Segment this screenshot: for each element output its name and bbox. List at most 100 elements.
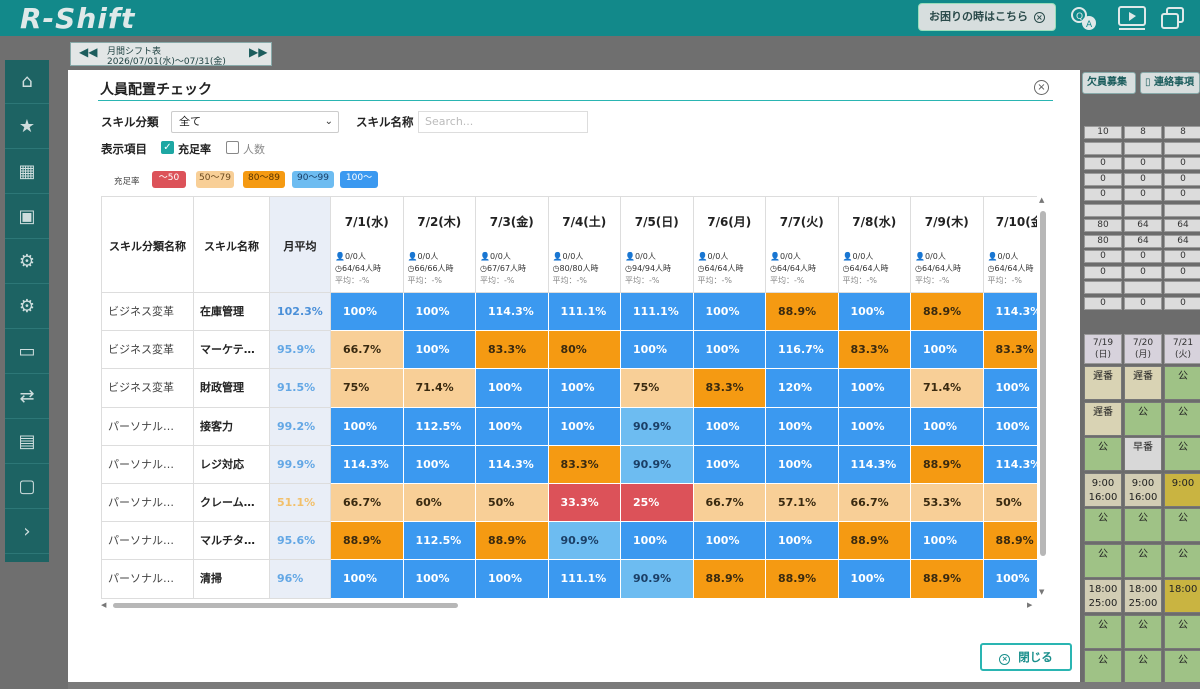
cell-fill-rate[interactable]: 100% bbox=[838, 293, 911, 332]
cell-fill-rate[interactable]: 100% bbox=[911, 522, 984, 561]
cell-fill-rate[interactable]: 100% bbox=[766, 445, 839, 484]
cell-fill-rate[interactable]: 88.9% bbox=[838, 522, 911, 561]
cell-fill-rate[interactable]: 100% bbox=[548, 369, 621, 408]
scroll-left-icon[interactable]: ◀ bbox=[101, 601, 106, 609]
cell-fill-rate[interactable]: 112.5% bbox=[403, 407, 476, 446]
cell-fill-rate[interactable]: 83.3% bbox=[476, 331, 549, 370]
cell-fill-rate[interactable]: 100% bbox=[476, 560, 549, 599]
cell-fill-rate[interactable]: 88.9% bbox=[331, 522, 404, 561]
cell-fill-rate[interactable]: 100% bbox=[331, 560, 404, 599]
cell-fill-rate[interactable]: 88.9% bbox=[911, 445, 984, 484]
cell-fill-rate[interactable]: 114.3% bbox=[983, 293, 1037, 332]
scroll-up-icon[interactable]: ▲ bbox=[1039, 196, 1044, 204]
cell-fill-rate[interactable]: 100% bbox=[838, 369, 911, 408]
skill-category-select[interactable]: 全て ⌄ bbox=[171, 111, 339, 133]
cell-fill-rate[interactable]: 71.4% bbox=[403, 369, 476, 408]
cell-fill-rate[interactable]: 120% bbox=[766, 369, 839, 408]
cell-fill-rate[interactable]: 100% bbox=[476, 407, 549, 446]
cell-fill-rate[interactable]: 90.9% bbox=[548, 522, 621, 561]
cell-fill-rate[interactable]: 88.9% bbox=[693, 560, 766, 599]
cell-fill-rate[interactable]: 100% bbox=[838, 560, 911, 599]
close-icon[interactable]: × bbox=[1034, 80, 1049, 95]
cell-fill-rate[interactable]: 80% bbox=[548, 331, 621, 370]
cell-fill-rate[interactable]: 50% bbox=[983, 484, 1037, 523]
next-month-icon[interactable]: ▶▶ bbox=[249, 45, 267, 59]
cell-fill-rate[interactable]: 90.9% bbox=[621, 407, 694, 446]
cell-fill-rate[interactable]: 100% bbox=[766, 407, 839, 446]
cell-fill-rate[interactable]: 66.7% bbox=[838, 484, 911, 523]
search-doc-icon[interactable]: ▢ bbox=[5, 465, 49, 509]
scroll-down-icon[interactable]: ▼ bbox=[1039, 588, 1044, 596]
cell-fill-rate[interactable]: 83.3% bbox=[838, 331, 911, 370]
cell-fill-rate[interactable]: 114.3% bbox=[331, 445, 404, 484]
cell-fill-rate[interactable]: 100% bbox=[693, 522, 766, 561]
cell-fill-rate[interactable]: 50% bbox=[476, 484, 549, 523]
cell-fill-rate[interactable]: 75% bbox=[331, 369, 404, 408]
prev-month-icon[interactable]: ◀◀ bbox=[79, 45, 97, 59]
home-icon[interactable]: ⌂ bbox=[5, 60, 49, 104]
cell-fill-rate[interactable]: 100% bbox=[621, 522, 694, 561]
scroll-right-icon[interactable]: ▶ bbox=[1027, 601, 1032, 609]
notice-button[interactable]: ▯ 連絡事項 bbox=[1140, 72, 1200, 94]
horizontal-scroll-thumb[interactable] bbox=[113, 603, 458, 608]
cell-fill-rate[interactable]: 88.9% bbox=[766, 560, 839, 599]
calendar-icon[interactable]: ▦ bbox=[5, 150, 49, 194]
cell-fill-rate[interactable]: 100% bbox=[331, 293, 404, 332]
folder-icon[interactable]: ▭ bbox=[5, 330, 49, 374]
count-checkbox[interactable] bbox=[226, 141, 239, 154]
gear-icon[interactable]: ⚙ bbox=[5, 240, 49, 284]
cell-fill-rate[interactable]: 83.3% bbox=[693, 369, 766, 408]
cell-fill-rate[interactable]: 100% bbox=[693, 293, 766, 332]
cell-fill-rate[interactable]: 100% bbox=[983, 369, 1037, 408]
cell-fill-rate[interactable]: 75% bbox=[621, 369, 694, 408]
cell-fill-rate[interactable]: 111.1% bbox=[548, 560, 621, 599]
cell-fill-rate[interactable]: 100% bbox=[983, 407, 1037, 446]
star-icon[interactable]: ★ bbox=[5, 105, 49, 149]
cell-fill-rate[interactable]: 100% bbox=[403, 560, 476, 599]
vertical-scrollbar[interactable]: ▲ ▼ bbox=[1038, 196, 1048, 599]
cell-fill-rate[interactable]: 33.3% bbox=[548, 484, 621, 523]
cell-fill-rate[interactable]: 114.3% bbox=[983, 445, 1037, 484]
cell-fill-rate[interactable]: 88.9% bbox=[476, 522, 549, 561]
cell-fill-rate[interactable]: 60% bbox=[403, 484, 476, 523]
cell-fill-rate[interactable]: 112.5% bbox=[403, 522, 476, 561]
cell-fill-rate[interactable]: 71.4% bbox=[911, 369, 984, 408]
cell-fill-rate[interactable]: 100% bbox=[403, 445, 476, 484]
cell-fill-rate[interactable]: 100% bbox=[766, 522, 839, 561]
cell-fill-rate[interactable]: 100% bbox=[911, 407, 984, 446]
video-icon[interactable] bbox=[1116, 4, 1146, 32]
cell-fill-rate[interactable]: 100% bbox=[693, 407, 766, 446]
cell-fill-rate[interactable]: 114.3% bbox=[476, 293, 549, 332]
cell-fill-rate[interactable]: 100% bbox=[693, 445, 766, 484]
cell-fill-rate[interactable]: 53.3% bbox=[911, 484, 984, 523]
cell-fill-rate[interactable]: 111.1% bbox=[621, 293, 694, 332]
gears-icon[interactable]: ⚙ bbox=[5, 285, 49, 329]
cell-fill-rate[interactable]: 100% bbox=[403, 331, 476, 370]
skill-name-search-input[interactable]: Search... bbox=[418, 111, 588, 133]
cell-fill-rate[interactable]: 114.3% bbox=[838, 445, 911, 484]
cell-fill-rate[interactable]: 100% bbox=[403, 293, 476, 332]
vertical-scroll-thumb[interactable] bbox=[1040, 211, 1046, 556]
cell-fill-rate[interactable]: 88.9% bbox=[911, 560, 984, 599]
cell-fill-rate[interactable]: 57.1% bbox=[766, 484, 839, 523]
cell-fill-rate[interactable]: 90.9% bbox=[621, 560, 694, 599]
cell-fill-rate[interactable]: 100% bbox=[331, 407, 404, 446]
recruit-button[interactable]: 欠員募集 bbox=[1082, 72, 1136, 94]
help-button[interactable]: お困りの時はこちら × bbox=[918, 3, 1056, 31]
cell-fill-rate[interactable]: 100% bbox=[693, 331, 766, 370]
cell-fill-rate[interactable]: 100% bbox=[548, 407, 621, 446]
cell-fill-rate[interactable]: 66.7% bbox=[693, 484, 766, 523]
monitor-chart-icon[interactable]: ▤ bbox=[5, 420, 49, 464]
cell-fill-rate[interactable]: 66.7% bbox=[331, 484, 404, 523]
cell-fill-rate[interactable]: 100% bbox=[911, 331, 984, 370]
cell-fill-rate[interactable]: 100% bbox=[621, 331, 694, 370]
cell-fill-rate[interactable]: 90.9% bbox=[621, 445, 694, 484]
swap-icon[interactable]: ⇄ bbox=[5, 375, 49, 419]
window-icon[interactable] bbox=[1158, 4, 1188, 32]
cell-fill-rate[interactable]: 83.3% bbox=[983, 331, 1037, 370]
cell-fill-rate[interactable]: 100% bbox=[476, 369, 549, 408]
cell-fill-rate[interactable]: 111.1% bbox=[548, 293, 621, 332]
cell-fill-rate[interactable]: 88.9% bbox=[911, 293, 984, 332]
horizontal-scrollbar[interactable]: ◀ ▶ bbox=[101, 600, 1037, 610]
cell-fill-rate[interactable]: 116.7% bbox=[766, 331, 839, 370]
